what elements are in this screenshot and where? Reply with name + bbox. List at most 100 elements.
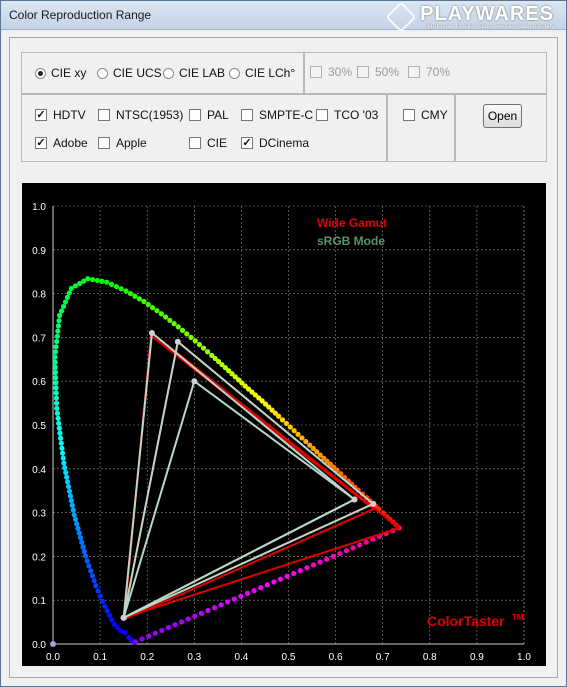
locus-point — [61, 460, 67, 466]
purple-line-point — [238, 593, 244, 599]
locus-point — [93, 583, 99, 589]
locus-point — [118, 286, 124, 292]
locus-point — [171, 321, 177, 327]
radio-cie-lch[interactable]: CIE LCh° — [229, 66, 295, 80]
checkbox-apple[interactable]: Apple — [98, 136, 147, 150]
checkbox-pal[interactable]: PAL — [189, 108, 229, 122]
checkbox-icon — [189, 109, 201, 121]
checkbox-hdtv[interactable]: ✓ HDTV — [35, 108, 86, 122]
brand-trademark: TM — [512, 613, 524, 622]
checkbox-30-percent[interactable]: 30% — [310, 65, 352, 79]
checkbox-cie[interactable]: CIE — [189, 136, 227, 150]
purple-line-point — [152, 630, 158, 636]
purple-line-point — [291, 570, 297, 577]
radio-label: CIE LAB — [179, 66, 226, 80]
locus-point — [66, 488, 73, 494]
checkbox-cmy[interactable]: CMY — [403, 108, 448, 122]
locus-point — [59, 450, 66, 456]
checkbox-tco03[interactable]: TCO '03 — [316, 108, 378, 122]
title-bar[interactable]: Color Reproduction Range PLAYWARES Hardw… — [1, 1, 566, 33]
locus-point — [55, 415, 61, 421]
radio-cie-xy[interactable]: CIE xy — [35, 66, 86, 80]
locus-point — [62, 465, 68, 471]
locus-point — [56, 425, 62, 431]
locus-point — [55, 328, 61, 334]
locus-point — [53, 385, 59, 391]
checkbox-icon — [408, 66, 420, 78]
locus-point — [299, 435, 305, 441]
checkbox-label: 50% — [375, 65, 400, 79]
gamut-vertex — [120, 614, 127, 621]
locus-point — [53, 390, 59, 396]
locus-point — [72, 516, 79, 522]
checkbox-70-percent[interactable]: 70% — [408, 65, 450, 79]
locus-point — [58, 440, 64, 446]
purple-line-point — [343, 548, 350, 554]
checkbox-icon — [98, 109, 110, 121]
checkbox-50-percent[interactable]: 50% — [357, 65, 399, 79]
purple-line-point — [198, 610, 204, 616]
open-button[interactable]: Open — [483, 104, 522, 128]
locus-point — [150, 305, 156, 311]
purple-line-point — [310, 562, 317, 568]
purple-line-point — [277, 576, 284, 582]
purple-line-point — [211, 605, 218, 611]
radio-label: CIE LCh° — [245, 66, 296, 80]
standards-group — [21, 94, 387, 162]
checkbox-label: CIE — [207, 136, 228, 150]
locus-point — [132, 293, 138, 299]
radio-cie-lab[interactable]: CIE LAB — [163, 66, 225, 80]
purple-line-point — [284, 573, 290, 579]
purple-line-point — [363, 539, 369, 545]
locus-point — [95, 588, 101, 594]
checkbox-dcinema[interactable]: ✓ DCinema — [241, 136, 309, 150]
locus-point — [89, 276, 96, 283]
locus-point — [58, 435, 64, 441]
locus-point — [102, 603, 108, 609]
checkbox-label: SMPTE-C — [259, 108, 313, 122]
purple-line-point — [172, 622, 178, 628]
locus-point — [54, 338, 60, 345]
locus-point — [303, 438, 309, 445]
locus-point — [295, 431, 301, 437]
checkbox-smpte-c[interactable]: SMPTE-C — [241, 108, 313, 122]
locus-point — [56, 312, 63, 319]
window-title: Color Reproduction Range — [9, 8, 152, 22]
purple-line-point — [317, 559, 323, 565]
locus-point — [52, 349, 59, 355]
y-tick-label: 0.3 — [32, 509, 46, 520]
locus-point — [59, 445, 65, 451]
origin-point — [50, 641, 56, 647]
x-tick-label: 0.6 — [329, 652, 343, 663]
purple-line-point — [337, 550, 343, 557]
checkbox-adobe[interactable]: ✓ Adobe — [35, 136, 88, 150]
locus-point — [184, 331, 190, 337]
locus-point — [154, 308, 160, 314]
watermark: PLAYWARES Hardware / Mobile / Game Revie… — [385, 1, 554, 33]
y-tick-label: 0.4 — [32, 465, 46, 476]
purple-line-point — [225, 599, 231, 605]
locus-point — [53, 380, 59, 386]
locus-point — [127, 291, 134, 297]
radio-dot-icon — [97, 67, 108, 79]
locus-point — [167, 317, 173, 323]
checkbox-label: Adobe — [53, 136, 88, 150]
purple-line-point — [244, 590, 251, 597]
checkbox-ntsc[interactable]: NTSC(1953) — [98, 108, 183, 122]
locus-point — [106, 612, 113, 618]
checkbox-icon — [98, 137, 110, 149]
locus-point — [56, 420, 62, 426]
checkbox-label: TCO '03 — [334, 108, 379, 122]
purple-line-point — [132, 639, 139, 645]
checkmark-icon: ✓ — [35, 137, 47, 149]
checkbox-label: 30% — [328, 65, 353, 79]
watermark-subtitle: Hardware / Mobile / Game Review & Commun… — [424, 24, 554, 30]
locus-point — [53, 395, 59, 401]
locus-point — [82, 553, 89, 559]
radio-cie-ucs[interactable]: CIE UCS — [97, 66, 162, 80]
locus-point — [126, 634, 132, 641]
locus-point — [287, 424, 293, 430]
purple-line-point — [231, 596, 237, 602]
y-tick-label: 1.0 — [32, 202, 46, 213]
locus-point — [192, 338, 198, 344]
